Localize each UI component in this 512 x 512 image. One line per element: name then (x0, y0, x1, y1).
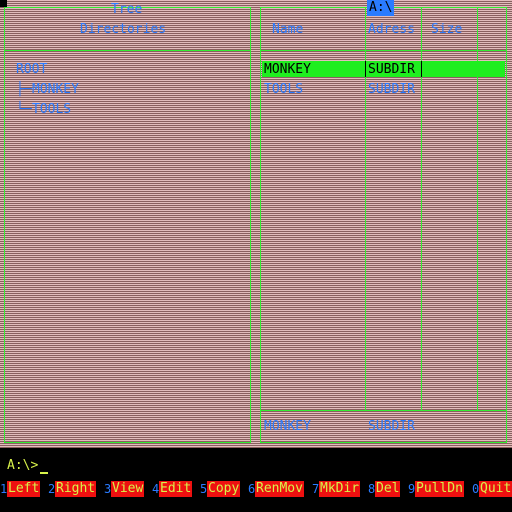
left-panel-header-divider (4, 50, 251, 51)
fkey-9-pulldn[interactable]: 9 PullDn (408, 481, 464, 497)
fkey-number: 5 (200, 482, 208, 496)
left-panel-title-line2: Directories (80, 22, 167, 37)
file-row-address-monkey[interactable]: SUBDIR (368, 62, 415, 78)
column-header-size: Size (431, 22, 463, 37)
fkey-label: Del (375, 481, 401, 497)
right-panel-status-divider (260, 410, 507, 411)
tree-branch-0-connector: ├─ (16, 82, 32, 97)
command-prompt: A:\> (7, 458, 39, 473)
text-cursor (40, 472, 48, 474)
highlight-divider-2 (421, 61, 422, 77)
corner-marker (0, 0, 7, 7)
fkey-label: Copy (207, 481, 241, 497)
fkey-label: RenMov (255, 481, 304, 497)
fkey-number: 8 (368, 482, 376, 496)
tree-item-monkey[interactable]: MONKEY (32, 82, 79, 98)
fkey-label: View (111, 481, 145, 497)
fkey-number: 6 (248, 482, 256, 496)
tree-branch-1-connector: └─ (16, 102, 32, 117)
fkey-label: MkDir (319, 481, 361, 497)
highlight-divider-1 (365, 61, 366, 77)
fkey-4-edit[interactable]: 4 Edit (152, 481, 193, 497)
fkey-8-del[interactable]: 8 Del (368, 481, 401, 497)
left-panel-title-line1: Tree (111, 2, 143, 17)
fkey-number: 2 (48, 482, 56, 496)
fkey-label: PullDn (415, 481, 464, 497)
fkey-number: 7 (312, 482, 320, 496)
right-panel-header-divider (260, 50, 507, 51)
status-address: SUBDIR (368, 419, 415, 434)
fkey-label: Right (55, 481, 97, 497)
fkey-label: Edit (159, 481, 193, 497)
fkey-3-view[interactable]: 3 View (104, 481, 145, 497)
fkey-6-renmov[interactable]: 6 RenMov (248, 481, 304, 497)
file-row-name-tools[interactable]: TOOLS (264, 82, 303, 98)
fkey-5-copy[interactable]: 5 Copy (200, 481, 241, 497)
fkey-number: 9 (408, 482, 416, 496)
fkey-label: Left (7, 481, 41, 497)
fkey-number: 3 (104, 482, 112, 496)
command-line-area[interactable] (0, 448, 512, 480)
column-header-name: Name (272, 22, 304, 37)
column-header-address: Adress (368, 22, 415, 37)
fkey-7-mkdir[interactable]: 7 MkDir (312, 481, 361, 497)
status-name: MONKEY (264, 419, 311, 434)
fkey-number: 4 (152, 482, 160, 496)
file-row-address-tools[interactable]: SUBDIR (368, 82, 415, 98)
fkey-2-right[interactable]: 2 Right (48, 481, 97, 497)
fkey-number: 1 (0, 482, 8, 496)
fkey-label: Quit (479, 481, 512, 497)
tree-item-tools[interactable]: TOOLS (32, 102, 71, 118)
fkey-1-left[interactable]: 1 Left (0, 481, 41, 497)
fkey-0-quit[interactable]: 0 Quit (472, 481, 512, 497)
current-drive-label: A:\ (367, 0, 395, 16)
tree-root[interactable]: ROOT (16, 62, 47, 78)
fkey-number: 0 (472, 482, 480, 496)
file-row-name-monkey[interactable]: MONKEY (264, 62, 311, 78)
